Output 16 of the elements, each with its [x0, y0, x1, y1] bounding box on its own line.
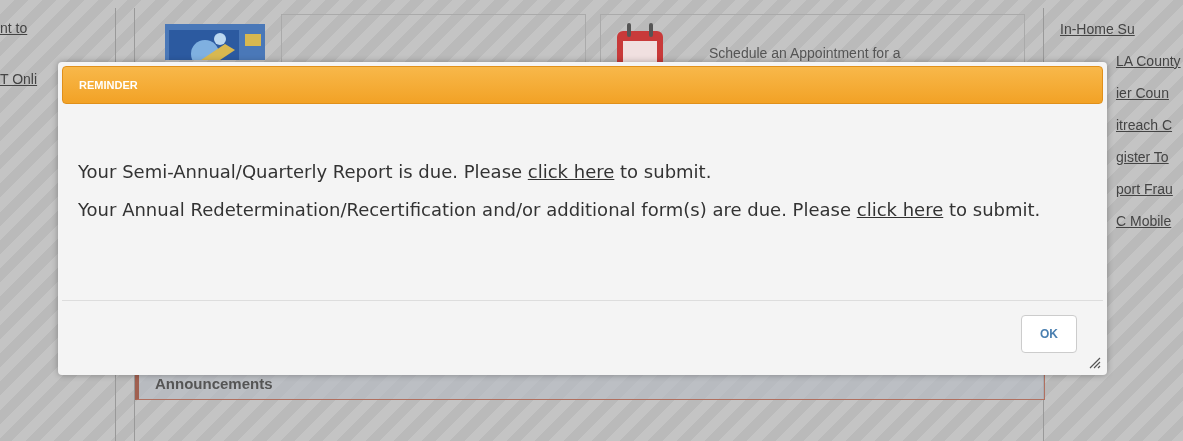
side-link[interactable]: gister To — [1116, 149, 1169, 165]
side-link[interactable]: In-Home Su — [1060, 21, 1135, 37]
side-link[interactable]: port Frau — [1116, 181, 1173, 197]
submit-link[interactable]: click here — [856, 199, 944, 220]
page-link[interactable]: nt to — [0, 18, 115, 39]
ok-button[interactable]: OK — [1021, 315, 1077, 353]
resize-handle-icon[interactable] — [1089, 357, 1101, 369]
side-link[interactable]: C Mobile — [1116, 213, 1172, 229]
card-title: Schedule an Appointment for a — [709, 44, 901, 63]
submit-link[interactable]: click here — [527, 161, 615, 182]
side-link[interactable]: ier Coun — [1116, 85, 1169, 101]
reminder-message: Your Semi-Annual/Quarterly Report is due. Please click here to submit. — [78, 160, 713, 184]
side-link[interactable]: itreach C — [1116, 117, 1173, 133]
dialog-title: REMINDER — [79, 77, 138, 93]
reminder-message: Your Annual Redetermination/Recertification and/or additional form(s) are due. Please click here to submit. — [78, 198, 1042, 222]
side-link[interactable]: LA County — [1116, 53, 1181, 69]
